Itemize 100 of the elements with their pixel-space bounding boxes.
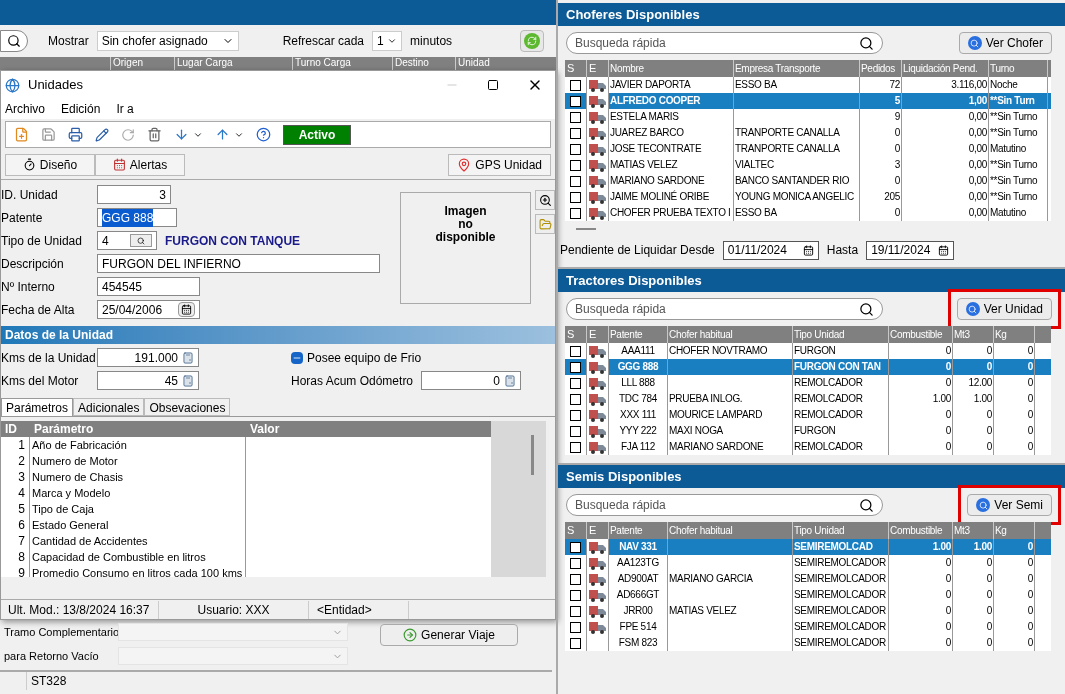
checkbox[interactable] xyxy=(570,557,581,569)
table-cell: CHOFER PRUEBA TEXTO I xyxy=(610,207,731,218)
table-cell: 0 xyxy=(1027,345,1033,356)
search-icon xyxy=(965,302,980,316)
checkbox[interactable] xyxy=(570,79,581,91)
input-field[interactable]: 454545 xyxy=(97,277,200,296)
search-field[interactable]: Busqueda rápida xyxy=(566,494,883,516)
checkbox[interactable] xyxy=(570,191,581,203)
checkbox[interactable] xyxy=(570,111,581,123)
checkbox[interactable] xyxy=(570,207,581,219)
search-field[interactable]: Busqueda rápida xyxy=(566,298,883,320)
input-field[interactable]: 0 xyxy=(421,371,522,390)
menu-item[interactable]: Ir a xyxy=(116,100,134,118)
table-cell: 0 xyxy=(945,621,951,632)
date-field[interactable]: 01/11/2024 xyxy=(722,240,819,260)
input-field[interactable]: 25/04/2006 xyxy=(97,300,200,319)
view-button[interactable]: Ver Unidad xyxy=(956,298,1052,320)
print-icon xyxy=(68,127,83,142)
menu-item[interactable]: Archivo xyxy=(5,100,45,118)
checkbox[interactable] xyxy=(570,425,581,437)
checkbox[interactable] xyxy=(570,621,581,633)
table-cell: 0,00 xyxy=(968,207,987,218)
checkbox[interactable] xyxy=(570,409,581,421)
tab[interactable]: Adicionales xyxy=(73,398,145,416)
input-field[interactable]: 191.000 xyxy=(97,348,199,367)
table-cell: MATIAS VELEZ xyxy=(610,159,678,170)
zoom-button[interactable] xyxy=(535,190,555,210)
table-cell: SEMIREMOLCADOR xyxy=(794,557,886,568)
status-badge: Activo xyxy=(283,124,351,145)
checkbox[interactable] xyxy=(570,589,581,601)
checkbox[interactable] xyxy=(570,95,581,107)
dropdown-field[interactable] xyxy=(118,623,348,641)
calendar-button[interactable] xyxy=(178,302,195,317)
truck-icon xyxy=(588,424,607,438)
checkbox[interactable] xyxy=(291,351,303,364)
field-label: ID. Unidad xyxy=(1,186,59,204)
table-cell: 1.00 xyxy=(973,393,992,404)
input-field[interactable]: 45 xyxy=(97,371,199,390)
view-button[interactable]: Ver Chofer xyxy=(958,32,1052,54)
checkbox[interactable] xyxy=(570,143,581,155)
field-label: Patente xyxy=(1,209,44,227)
table-cell: ALFREDO COOPER xyxy=(610,95,701,106)
truck-icon xyxy=(588,588,607,602)
table-cell: 0,00 xyxy=(968,111,987,122)
tab[interactable]: Obsevaciones xyxy=(144,398,231,416)
scrollbar-thumb[interactable] xyxy=(531,435,534,475)
table-cell: **Sin Turno xyxy=(990,127,1038,138)
table-cell: BANCO SANTANDER RIO xyxy=(735,175,850,186)
input-field[interactable]: 4 xyxy=(97,231,157,250)
table-cell: LLL 888 xyxy=(621,377,655,388)
search-icon xyxy=(859,497,874,513)
search-field[interactable]: Busqueda rápida xyxy=(566,32,883,54)
column-header: Parámetro xyxy=(33,421,95,437)
calendar-icon[interactable] xyxy=(802,244,814,256)
input-field[interactable]: FURGON DEL INFIERNO xyxy=(97,254,380,273)
table-cell: 0 xyxy=(1027,637,1033,648)
checkbox[interactable] xyxy=(570,637,581,649)
menu-item[interactable]: Edición xyxy=(61,100,101,118)
checkbox[interactable] xyxy=(570,127,581,139)
dropdown-field[interactable] xyxy=(118,647,348,665)
truck-icon xyxy=(588,440,607,454)
truck-icon xyxy=(588,190,607,204)
view-tab-button[interactable]: Diseño xyxy=(5,153,95,176)
table-cell: ESSO BA xyxy=(735,79,777,90)
checkbox[interactable] xyxy=(570,605,581,617)
table-cell: REMOLCADOR xyxy=(794,393,863,404)
calendar-icon[interactable] xyxy=(938,244,950,256)
tab[interactable]: Parámetros xyxy=(1,398,74,416)
column-header: ID xyxy=(4,421,18,437)
table-cell: MARIANO GARCIA xyxy=(669,573,753,584)
checkbox[interactable] xyxy=(570,441,581,453)
image-frame[interactable]: Imagen no disponible xyxy=(400,192,531,304)
checkbox[interactable] xyxy=(570,393,581,405)
table-cell: SEMIREMOLCADOR xyxy=(794,637,886,648)
table-cell: **Sin Turno xyxy=(990,159,1038,170)
checkbox[interactable] xyxy=(570,159,581,171)
checkbox[interactable] xyxy=(570,175,581,187)
table-cell: 9 xyxy=(894,111,900,122)
view-tab-button[interactable]: Alertas xyxy=(95,153,185,176)
gps-button[interactable]: GPS Unidad xyxy=(448,153,551,176)
input-field[interactable]: GGG 888 xyxy=(97,208,177,227)
checkbox[interactable] xyxy=(570,377,581,389)
search-button[interactable] xyxy=(0,30,28,52)
date-field[interactable]: 19/11/2024 xyxy=(866,240,955,260)
checkbox[interactable] xyxy=(570,361,581,373)
view-button[interactable]: Ver Semi xyxy=(967,494,1052,516)
truck-icon xyxy=(588,126,607,140)
generate-trip-button[interactable]: Generar Viaje xyxy=(380,624,518,646)
table-cell: YYY 222 xyxy=(619,425,657,436)
refresh-select[interactable]: 1 xyxy=(372,31,403,51)
checkbox[interactable] xyxy=(570,573,581,585)
lookup-button[interactable] xyxy=(130,234,152,247)
checkbox[interactable] xyxy=(570,345,581,357)
table-cell: 0 xyxy=(1027,409,1033,420)
filter-select[interactable]: Sin chofer asignado xyxy=(96,31,239,51)
checkbox[interactable] xyxy=(570,541,581,553)
table-cell: 0 xyxy=(986,621,992,632)
image-placeholder-text: Imagen no disponible xyxy=(435,205,496,244)
table-cell: 3 xyxy=(894,159,900,170)
input-field[interactable]: 3 xyxy=(97,185,171,204)
